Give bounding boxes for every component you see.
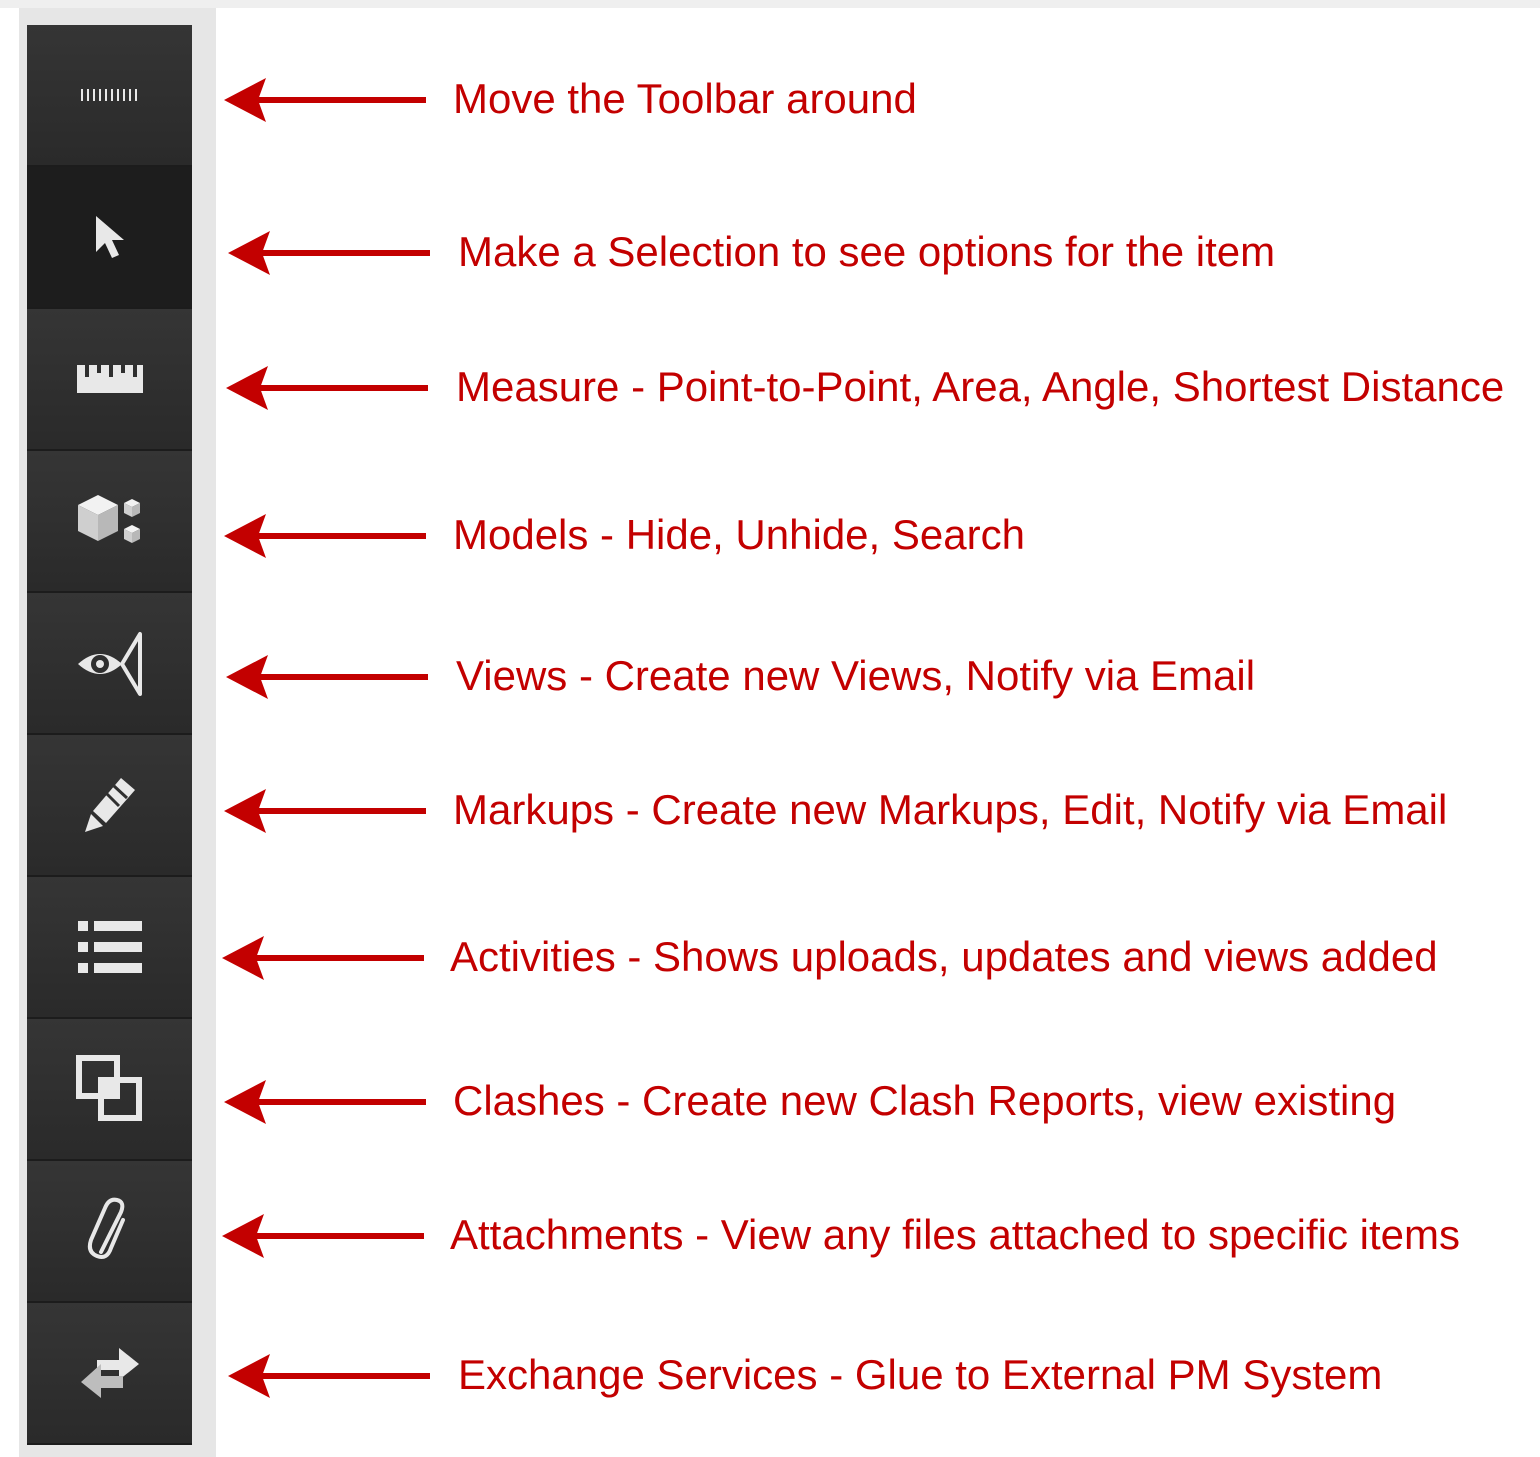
clash-squares-icon [75,1055,142,1121]
models-cubes-icon [77,495,140,543]
exchange-arrows-icon [80,1348,139,1398]
exchange-services-tool-button[interactable] [27,1303,192,1445]
list-icon [77,921,142,973]
markup-pencil-icon [84,778,135,832]
views-tool-button[interactable] [27,593,192,735]
annotation-arrow-icon [228,1354,430,1398]
annotation-arrow-icon [228,231,430,275]
cursor-arrow-icon [95,216,124,258]
annotation-label: Make a Selection to see options for the … [458,228,1276,275]
annotation-arrow-icon [226,655,428,699]
activities-tool-button[interactable] [27,877,192,1019]
clashes-tool-button[interactable] [27,1019,192,1161]
annotation-arrow-icon [224,789,426,833]
annotation-label: Views - Create new Views, Notify via Ema… [456,652,1256,699]
annotation-label: Measure - Point-to-Point, Area, Angle, S… [456,363,1505,410]
annotation-label: Models - Hide, Unhide, Search [453,511,1025,558]
grip-handle-icon [80,89,137,101]
annotation-arrow-icon [224,78,426,122]
paperclip-icon [87,1197,125,1259]
vertical-toolbar [27,25,192,1445]
measure-tool-button[interactable] [27,309,192,451]
annotation-label: Attachments - View any files attached to… [450,1211,1461,1258]
markups-tool-button[interactable] [27,735,192,877]
annotation-label: Clashes - Create new Clash Reports, view… [453,1077,1397,1124]
annotation-label: Activities - Shows uploads, updates and … [450,933,1438,980]
eye-view-icon [77,632,142,696]
annotation-label: Markups - Create new Markups, Edit, Noti… [453,786,1448,833]
annotation-label: Exchange Services - Glue to External PM … [458,1351,1383,1398]
annotation-arrow-icon [222,1214,424,1258]
annotation-arrow-icon [226,366,428,410]
ruler-icon [76,365,143,393]
annotation-arrow-icon [224,514,426,558]
annotation-arrow-icon [224,1080,426,1124]
toolbar-drag-handle[interactable] [27,25,192,167]
select-tool-button[interactable] [27,167,192,309]
top-border [0,0,1540,8]
models-tool-button[interactable] [27,451,192,593]
annotation-label: Move the Toolbar around [453,75,917,122]
attachments-tool-button[interactable] [27,1161,192,1303]
annotation-arrow-icon [222,936,424,980]
